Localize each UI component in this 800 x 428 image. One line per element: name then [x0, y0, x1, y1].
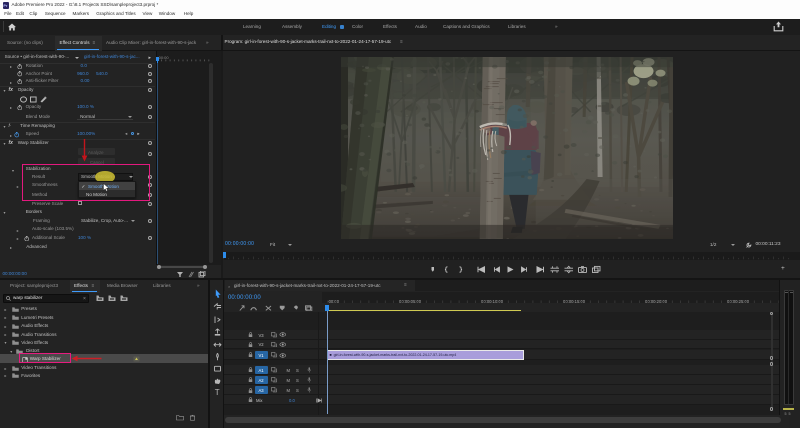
svg-text:T: T — [214, 388, 219, 397]
